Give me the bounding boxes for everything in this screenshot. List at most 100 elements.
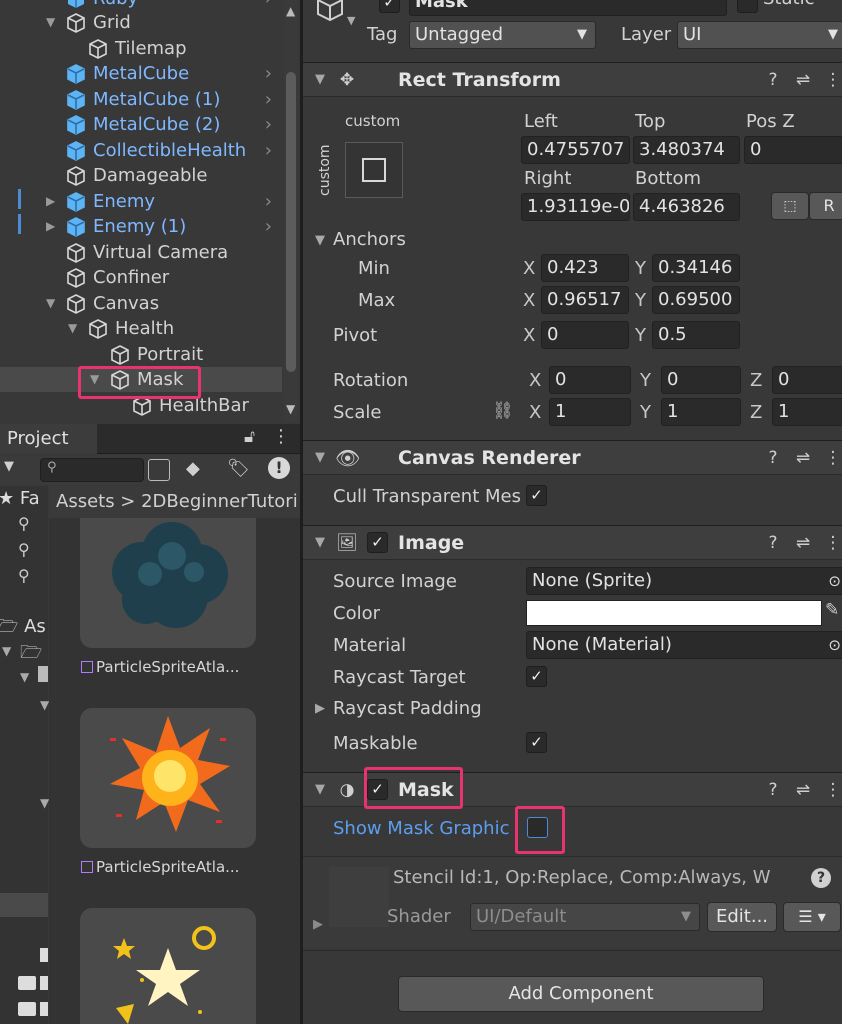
help-icon[interactable]: ? xyxy=(761,68,785,92)
fold-down-icon[interactable]: ▼ xyxy=(46,10,55,35)
maskable-checkbox[interactable]: ✓ xyxy=(526,732,547,753)
posz-field[interactable]: 0 xyxy=(744,136,842,164)
asset-tile-smoke[interactable] xyxy=(80,518,256,648)
hierarchy-item[interactable]: ▶ Enemy › xyxy=(0,189,282,214)
anchor-presets-button[interactable] xyxy=(345,142,403,198)
hierarchy-item[interactable]: Tilemap xyxy=(0,36,282,61)
icon-dropdown-arrow[interactable]: ▼ xyxy=(347,14,355,27)
scale-x-field[interactable]: 1 xyxy=(549,398,631,426)
y-label[interactable]: Y xyxy=(640,370,651,391)
gameobject-cube-icon[interactable] xyxy=(315,0,345,22)
fold-down-icon[interactable]: ▼ xyxy=(2,644,11,658)
fold-down-icon[interactable]: ▼ xyxy=(315,72,325,87)
fold-down-icon[interactable]: ▼ xyxy=(315,782,325,797)
pivot-x-field[interactable]: 0 xyxy=(541,321,629,349)
scale-y-field[interactable]: 1 xyxy=(661,398,741,426)
kebab-menu-icon[interactable]: ⋮ xyxy=(821,531,842,555)
fold-down-icon[interactable]: ▼ xyxy=(40,698,49,712)
anchor-min-y-field[interactable]: 0.34146 xyxy=(652,254,740,282)
hierarchy-item[interactable]: Virtual Camera xyxy=(0,240,282,265)
warning-filter-icon[interactable]: ! xyxy=(268,457,290,479)
filter-type-icon[interactable]: ◆ xyxy=(186,458,200,479)
fold-down-icon[interactable]: ▼ xyxy=(315,233,325,248)
fold-down-icon[interactable]: ▼ xyxy=(315,450,325,465)
chevron-right-icon[interactable]: › xyxy=(265,112,272,137)
fold-down-icon[interactable]: ▼ xyxy=(46,291,55,316)
rotation-y-field[interactable]: 0 xyxy=(661,366,741,394)
search-icon[interactable]: ⚲ xyxy=(18,566,30,585)
raycast-padding-label[interactable]: Raycast Padding xyxy=(333,698,482,719)
rotation-x-field[interactable]: 0 xyxy=(549,366,631,394)
chevron-right-icon[interactable]: › xyxy=(265,189,272,214)
object-name-field[interactable]: Mask xyxy=(409,0,727,16)
anchors-label[interactable]: Anchors xyxy=(333,229,406,250)
material-field[interactable]: None (Material) ⊙ xyxy=(526,631,842,659)
object-picker-icon[interactable]: ⊙ xyxy=(828,568,841,594)
fold-down-icon[interactable]: ▼ xyxy=(40,796,49,810)
scroll-down-icon[interactable]: ▼ xyxy=(286,402,295,416)
cull-transparent-mesh-checkbox[interactable]: ✓ xyxy=(526,485,547,506)
folder-icon[interactable] xyxy=(40,1002,48,1016)
breadcrumb[interactable]: Assets > 2DBeginnerTutori xyxy=(49,486,301,518)
hierarchy-item[interactable]: ▼ Health xyxy=(0,316,282,341)
folder-icon[interactable] xyxy=(18,1002,36,1016)
help-icon[interactable]: ? xyxy=(761,778,785,802)
help-icon[interactable]: ? xyxy=(811,868,831,888)
lock-icon[interactable]: 🔓︎ xyxy=(244,427,255,447)
bottom-field[interactable]: 4.463826 xyxy=(633,193,740,221)
color-swatch[interactable] xyxy=(526,600,822,626)
constrain-proportions-icon[interactable]: ⛓︎ xyxy=(492,401,514,421)
hierarchy-item[interactable]: ▼ Grid xyxy=(0,10,282,35)
presets-icon[interactable]: ⇌ xyxy=(791,446,815,470)
chevron-right-icon[interactable]: › xyxy=(265,214,272,239)
help-icon[interactable]: ? xyxy=(761,531,785,555)
hierarchy-scrollbar-thumb[interactable] xyxy=(286,72,296,372)
search-by-type-icon[interactable] xyxy=(148,459,170,481)
presets-icon[interactable]: ⇌ xyxy=(791,68,815,92)
static-toggle[interactable] xyxy=(737,0,758,13)
fold-right-icon[interactable]: ▶ xyxy=(313,917,323,932)
top-field[interactable]: 3.480374 xyxy=(633,136,740,164)
project-search-input[interactable]: ⚲ xyxy=(40,458,144,482)
hierarchy-item[interactable]: Damageable xyxy=(0,163,282,188)
hierarchy-item[interactable]: Confiner xyxy=(0,265,282,290)
add-component-button[interactable]: Add Component xyxy=(398,976,764,1012)
asset-tile-explosion[interactable] xyxy=(80,708,256,848)
asset-tile-label[interactable]: ParticleSpriteAtla... xyxy=(81,858,239,876)
fold-down-icon[interactable]: ▼ xyxy=(315,535,325,550)
raw-edit-button[interactable]: R xyxy=(809,192,842,220)
chevron-right-icon[interactable]: › xyxy=(265,87,272,112)
rotation-z-field[interactable]: 0 xyxy=(772,366,842,394)
y-label[interactable]: Y xyxy=(635,290,646,311)
fold-right-icon[interactable]: ▶ xyxy=(46,214,55,239)
label-tag-icon[interactable]: 🏷︎ xyxy=(227,458,250,479)
raycast-target-checkbox[interactable]: ✓ xyxy=(526,666,547,687)
hierarchy-item[interactable]: ▶ Enemy (1) › xyxy=(0,214,282,239)
active-toggle[interactable]: ✓ xyxy=(379,0,400,13)
rect-transform-header[interactable]: ▼ ✥ Rect Transform ? ⇌ ⋮ xyxy=(303,62,842,97)
y-label[interactable]: Y xyxy=(635,325,646,346)
asset-tile-stars[interactable] xyxy=(80,908,256,1024)
image-enabled-checkbox[interactable]: ✓ xyxy=(367,532,388,553)
fold-right-icon[interactable]: ▶ xyxy=(46,189,55,214)
create-dropdown-icon[interactable]: ▼ xyxy=(4,459,14,474)
image-header[interactable]: ▼ 🖼︎ ✓ Image ? ⇌ ⋮ xyxy=(303,525,842,560)
right-field[interactable]: 1.93119e-0 xyxy=(521,193,630,221)
asset-tile-label[interactable]: ParticleSpriteAtla... xyxy=(81,658,239,676)
hierarchy-item[interactable]: MetalCube › xyxy=(0,61,282,86)
x-label[interactable]: X xyxy=(523,290,535,311)
tab-project[interactable]: Project xyxy=(0,424,97,454)
kebab-menu-icon[interactable]: ⋮ xyxy=(272,426,290,447)
blueprint-mode-button[interactable]: ⬚ xyxy=(771,192,809,220)
search-icon[interactable]: ⚲ xyxy=(18,514,30,533)
chevron-right-icon[interactable]: › xyxy=(265,61,272,86)
hierarchy-item[interactable]: CollectibleHealth › xyxy=(0,138,282,163)
hierarchy-item[interactable]: ▼ Canvas xyxy=(0,291,282,316)
z-label[interactable]: Z xyxy=(750,370,762,391)
hierarchy-item[interactable]: Portrait xyxy=(0,342,282,367)
canvas-renderer-header[interactable]: ▼ 👁︎ Canvas Renderer ? ⇌ ⋮ xyxy=(303,440,842,475)
anchor-max-y-field[interactable]: 0.69500 xyxy=(652,286,740,314)
layer-dropdown[interactable]: UI ▼ xyxy=(677,21,842,49)
tag-dropdown[interactable]: Untagged ▼ xyxy=(409,21,596,49)
search-icon[interactable]: ⚲ xyxy=(18,540,30,559)
